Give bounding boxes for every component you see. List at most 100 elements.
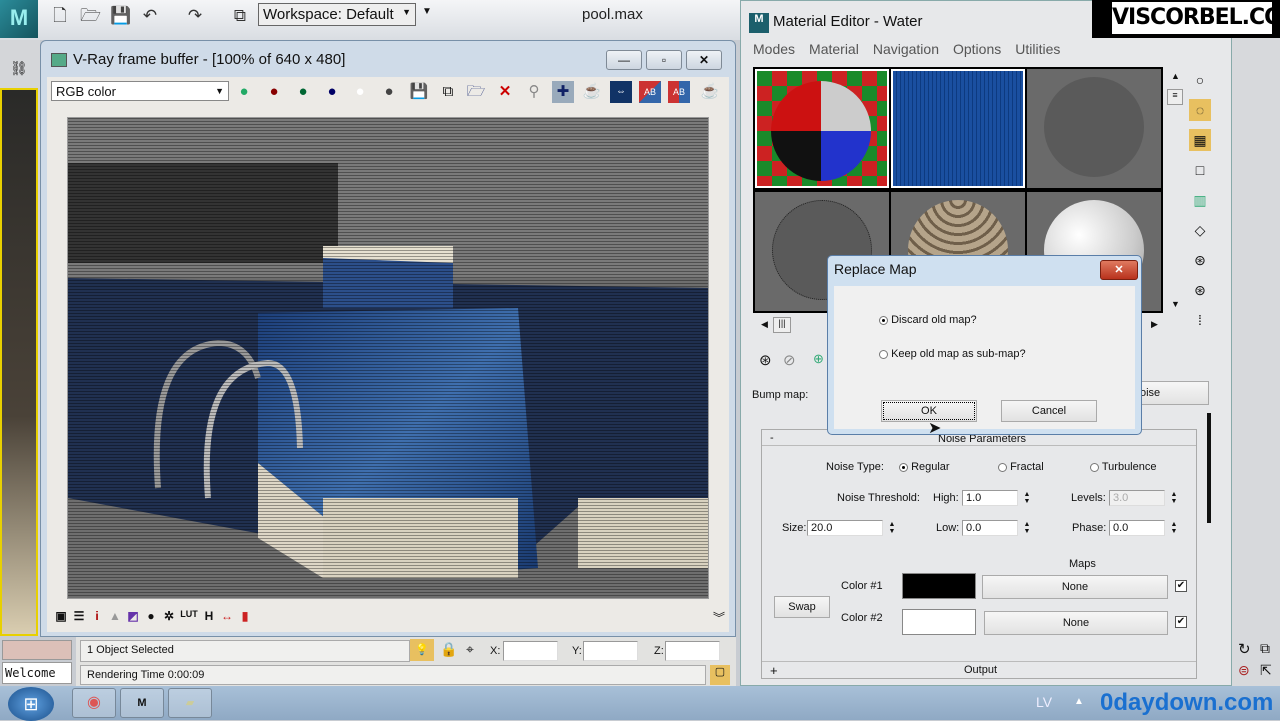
info-icon[interactable]: i [89,609,105,629]
viewport[interactable] [0,88,38,636]
scroll-down-icon[interactable]: ▼ [1171,299,1180,309]
clear-icon[interactable]: ✕ [494,81,516,103]
menu-navigation[interactable]: Navigation [873,41,939,57]
viewport-icon[interactable]: ▢ [710,665,730,685]
background-icon[interactable]: ▦ [1189,129,1211,151]
zoom-extents-icon[interactable]: ⧉ [1260,640,1270,657]
put-to-scene-icon[interactable]: ⊘ [783,351,796,369]
horizontal-scrollbar[interactable]: ||| [773,317,791,333]
menu-options[interactable]: Options [953,41,1001,57]
save-icon[interactable]: 💾 [408,81,430,103]
isolate-icon[interactable]: 💡 [410,639,434,661]
app-logo[interactable]: M [0,0,38,38]
options-icon[interactable]: ⊛ [1189,249,1211,271]
z-coordinate-input[interactable] [665,641,720,661]
blue-channel-icon[interactable]: ● [321,81,343,103]
workspace-dropdown[interactable]: Workspace: Default ▼ [258,3,416,26]
get-material-icon[interactable]: ⊛ [759,351,772,369]
radio-regular[interactable] [899,462,908,472]
load-icon[interactable]: 🗁 [465,81,487,103]
mono-icon[interactable]: ● [378,81,400,103]
scroll-left-icon[interactable]: ◀ [761,319,768,330]
scroll-right-icon[interactable]: ▶ [1151,319,1158,330]
rgb-icon[interactable]: ● [233,81,255,103]
channel-dropdown[interactable]: RGB color ▼ [51,81,229,101]
color2-swatch[interactable] [902,609,976,635]
sample-type-icon[interactable]: ○ [1189,69,1211,91]
sample-slot-1[interactable] [755,69,889,188]
slot-scrollbar[interactable]: ≡ [1167,89,1183,105]
expand-icon[interactable]: + [770,663,778,678]
language-indicator[interactable]: LV [1036,694,1052,710]
redo-icon[interactable]: ↷ [185,6,205,26]
noise-type-regular[interactable]: Regular [899,461,950,473]
collapse-icon[interactable]: - [770,432,774,444]
size-spinner[interactable]: ▲ ▼ [888,521,896,535]
render-teapot-icon[interactable]: ☕ [581,81,603,103]
orbit-icon[interactable]: ↻ [1238,640,1251,658]
compare-icon[interactable]: ⇔ [610,81,632,103]
link-icon[interactable]: ⛓ [10,60,28,77]
backlight-icon[interactable]: ◌ [1189,99,1211,121]
save-icon[interactable]: 💾 [110,6,131,26]
walkthrough-icon[interactable]: ⊜ [1238,662,1250,679]
srgb-icon[interactable]: ▮ [237,609,253,629]
size-input[interactable]: 20.0 [807,520,883,536]
expand-icon[interactable]: ︾ [711,609,727,629]
high-spinner[interactable]: ▲ ▼ [1023,491,1031,505]
exposure-icon[interactable]: ✲ [161,609,177,629]
low-spinner[interactable]: ▲ ▼ [1023,521,1031,535]
ab-h-icon[interactable]: AB [639,81,661,103]
close-button[interactable]: ✕ [686,50,722,70]
low-input[interactable]: 0.0 [962,520,1018,536]
color1-swatch[interactable] [902,573,976,599]
uv-tiling-icon[interactable]: □ [1189,159,1211,181]
color1-map-checkbox[interactable]: ✔ [1175,580,1187,592]
ab-v-icon[interactable]: AB [668,81,690,103]
menu-material[interactable]: Material [809,41,859,57]
select-by-material-icon[interactable]: ⊛ [1189,279,1211,301]
color-correction-icon[interactable]: ◩ [125,609,141,629]
save-all-icon[interactable]: ⧉ [437,81,459,103]
discard-option[interactable]: Discard old map? [879,314,977,326]
color2-map-button[interactable]: None [984,611,1168,635]
maximize-button[interactable]: ▫ [646,50,682,70]
y-coordinate-input[interactable] [583,641,638,661]
noise-type-turbulence[interactable]: Turbulence [1090,461,1156,473]
bump-map-button[interactable]: oise [1131,381,1209,405]
render-icon[interactable]: ☕ [699,81,721,103]
menu-utilities[interactable]: Utilities [1015,41,1060,57]
tray-expand-icon[interactable]: ▲ [1074,696,1084,707]
histogram-icon[interactable]: ▲ [107,609,123,629]
start-button[interactable]: ⊞ [8,687,54,721]
folder-taskbar-button[interactable]: ▰ [168,688,212,718]
welcome-field[interactable]: Welcome [2,662,72,684]
undo-icon[interactable]: ↶ [140,6,160,26]
levels-icon[interactable]: ↔ [219,609,235,629]
color1-map-button[interactable]: None [982,575,1168,599]
phase-spinner[interactable]: ▲ ▼ [1170,521,1178,535]
firefox-taskbar-button[interactable]: ◉ [72,688,116,718]
open-icon[interactable]: 🗁 [80,6,101,26]
window-icon[interactable]: ▣ [53,609,69,629]
sample-slot-3[interactable] [1027,69,1161,188]
color2-map-checkbox[interactable]: ✔ [1175,616,1187,628]
absolute-mode-icon[interactable]: ⌖ [466,641,474,658]
region-icon[interactable]: ✚ [552,81,574,103]
maxscript-listener[interactable] [2,640,72,660]
make-preview-icon[interactable]: ◇ [1189,219,1211,241]
swap-button[interactable]: Swap [774,596,830,618]
maximize-viewport-icon[interactable]: ⇱ [1260,662,1272,679]
scroll-up-icon[interactable]: ▲ [1171,71,1180,81]
phase-input[interactable]: 0.0 [1109,520,1165,536]
track-mouse-icon[interactable]: ⚲ [523,81,545,103]
render-image[interactable] [67,117,709,599]
stamp-icon[interactable]: ☰ [71,609,87,629]
radio-keep[interactable] [879,349,888,359]
customize-icon[interactable]: ▼ [422,6,432,17]
panel-scrollbar[interactable] [1207,413,1211,523]
video-color-check-icon[interactable]: ▥ [1189,189,1211,211]
3dsmax-taskbar-button[interactable]: M [120,688,164,718]
alpha-icon[interactable]: ● [349,81,371,103]
assign-material-icon[interactable]: ⊕ [813,351,824,367]
